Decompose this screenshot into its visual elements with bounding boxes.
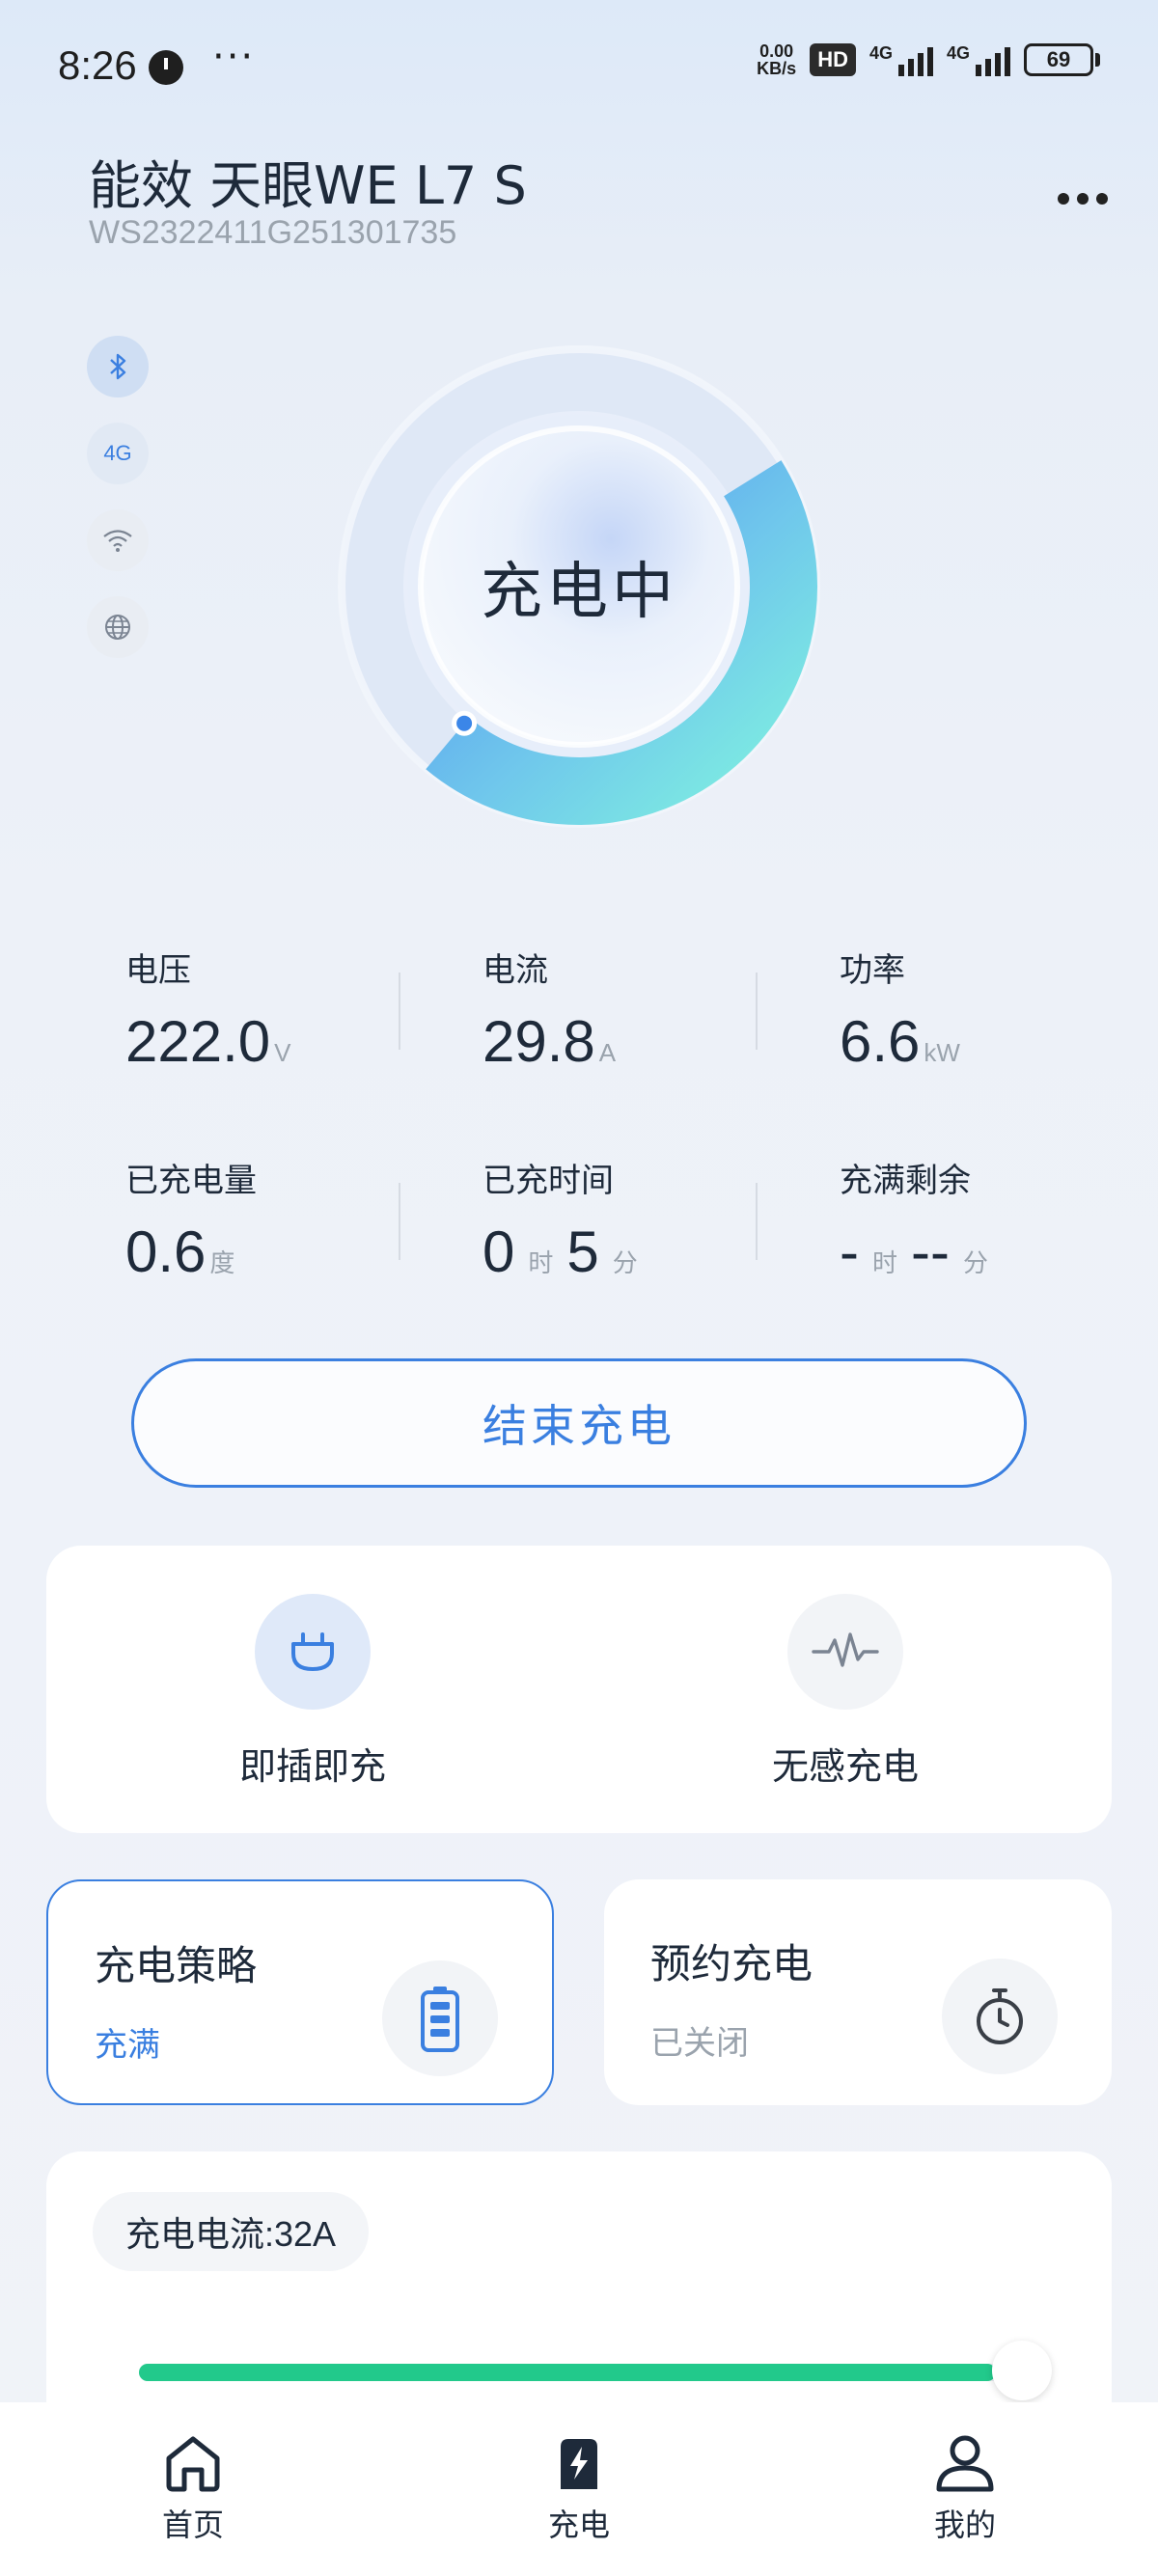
charged-value-row: 0.6 度 [125, 1219, 257, 1285]
bottom-navigation: 首页 充电 我的 [0, 2402, 1158, 2576]
end-charging-button[interactable]: 结束充电 [131, 1358, 1027, 1488]
elapsed-value-row: 0时5分 [482, 1219, 651, 1285]
signal-label: 4G [946, 43, 970, 63]
current-value: 29.8 [482, 1009, 595, 1074]
charging-status: 充电中 [481, 557, 677, 628]
charged-energy-metric: 已充电量 0.6 度 [125, 1154, 257, 1285]
voltage-metric: 电压 222.0 V [125, 944, 291, 1075]
elapsed-label: 已充时间 [482, 1162, 614, 1200]
status-time: 8:26 [58, 42, 137, 88]
battery-icon: 69 [1024, 43, 1100, 76]
person-icon [936, 2435, 994, 2492]
charger-icon [561, 2439, 597, 2489]
remaining-time-metric: 充满剩余 - 时 -- 分 [840, 1154, 1002, 1285]
slider-fill [139, 2364, 996, 2381]
cellular-4g-icon[interactable]: 4G [87, 423, 149, 484]
net-speed: 0.00 KB/s [757, 42, 796, 77]
nav-charge[interactable]: 充电 [502, 2431, 656, 2545]
clock-icon [149, 50, 183, 85]
hd-badge: HD [810, 43, 856, 76]
power-value: 6.6 [840, 1009, 921, 1074]
power-value-row: 6.6 kW [840, 1008, 960, 1075]
home-icon [166, 2436, 220, 2492]
slider-handle[interactable] [992, 2341, 1052, 2400]
schedule-title: 预约充电 [650, 1940, 813, 1987]
elapsed-time-metric: 已充时间 0时5分 [482, 1154, 651, 1285]
schedule-value: 已关闭 [650, 2024, 749, 2063]
seamless-charge-label: 无感充电 [771, 1745, 919, 1788]
voltage-value: 222.0 [125, 1009, 271, 1074]
plug-and-charge-option[interactable]: 即插即充 [168, 1594, 457, 1790]
remaining-hours: - [840, 1219, 859, 1284]
charge-mode-card: 即插即充 无感充电 [46, 1546, 1112, 1833]
current-unit: A [598, 1038, 617, 1067]
wifi-icon[interactable] [87, 509, 149, 571]
status-more-dots: ··· [212, 35, 256, 79]
elapsed-minutes: 5 [566, 1219, 599, 1284]
remaining-label: 充满剩余 [840, 1162, 971, 1200]
elapsed-minutes-unit: 分 [612, 1248, 638, 1277]
status-indicators: 0.00 KB/s HD 4G 4G 69 [757, 42, 1100, 77]
charging-strategy-card[interactable]: 充电策略 充满 [46, 1879, 554, 2105]
power-label: 功率 [840, 951, 905, 990]
nav-home-label: 首页 [161, 2507, 224, 2543]
strategy-title: 充电策略 [95, 1942, 258, 1989]
current-label: 电流 [482, 951, 548, 990]
stopwatch-icon [942, 1959, 1058, 2074]
globe-icon[interactable] [87, 596, 149, 658]
battery-level: 69 [1024, 43, 1093, 76]
pulse-icon [787, 1594, 903, 1710]
power-unit: kW [924, 1038, 960, 1067]
signal-icon: 4G [869, 43, 933, 76]
scheduled-charging-card[interactable]: 预约充电 已关闭 [604, 1879, 1112, 2105]
voltage-label: 电压 [125, 951, 191, 990]
metric-divider [756, 973, 758, 1050]
net-speed-unit: KB/s [757, 59, 797, 78]
remaining-minutes: -- [911, 1219, 950, 1284]
current-metric: 电流 29.8 A [482, 944, 616, 1075]
metric-divider [399, 1183, 400, 1260]
seamless-charge-option[interactable]: 无感充电 [701, 1594, 990, 1790]
plug-and-charge-label: 即插即充 [238, 1745, 386, 1788]
more-options-button[interactable] [1054, 179, 1112, 218]
charged-label: 已充电量 [125, 1162, 257, 1200]
remaining-value-row: - 时 -- 分 [840, 1219, 1002, 1285]
charged-unit: 度 [209, 1248, 235, 1277]
remaining-hours-unit: 时 [871, 1248, 897, 1277]
charging-current-card: 充电电流:32A [46, 2151, 1112, 2441]
plug-icon [255, 1594, 371, 1710]
nav-charge-label: 充电 [547, 2507, 610, 2543]
voltage-unit: V [274, 1038, 291, 1067]
device-serial: WS2322411G251301735 [89, 214, 457, 251]
battery-full-icon [382, 1960, 498, 2076]
metric-divider [399, 973, 400, 1050]
voltage-value-row: 222.0 V [125, 1008, 291, 1075]
current-value-row: 29.8 A [482, 1008, 616, 1075]
strategy-value: 充满 [95, 2026, 160, 2065]
nav-mine-label: 我的 [933, 2507, 996, 2543]
remaining-minutes-unit: 分 [962, 1248, 988, 1277]
charging-current-label: 充电电流:32A [93, 2192, 370, 2271]
charging-current-slider[interactable] [139, 2364, 1025, 2381]
signal-label: 4G [868, 43, 893, 63]
nav-home[interactable]: 首页 [116, 2431, 270, 2545]
elapsed-hours: 0 [482, 1219, 515, 1284]
elapsed-hours-unit: 时 [528, 1248, 554, 1277]
power-metric: 功率 6.6 kW [840, 944, 960, 1075]
nav-mine[interactable]: 我的 [888, 2431, 1042, 2545]
metric-divider [756, 1183, 758, 1260]
net-speed-value: 0.00 [759, 41, 794, 61]
device-title: 能效 天眼WE L7 S [89, 155, 527, 216]
charged-value: 0.6 [125, 1219, 207, 1284]
bluetooth-icon[interactable] [87, 336, 149, 397]
signal-icon: 4G [947, 43, 1010, 76]
